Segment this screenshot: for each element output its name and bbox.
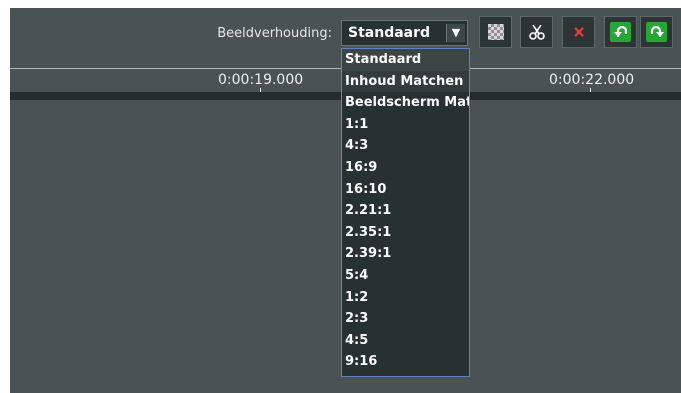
redo-arrow-icon — [646, 22, 667, 42]
undo-arrow-icon — [610, 22, 631, 42]
option-2-3[interactable]: 2:3 — [342, 308, 469, 330]
time-label-right: 0:00:22.000 — [549, 72, 635, 88]
option-4-5[interactable]: 4:5 — [342, 330, 469, 352]
option-1-1[interactable]: 1:1 — [342, 114, 469, 136]
time-label-left: 0:00:19.000 — [218, 72, 304, 88]
option-beeldscherm-matchen[interactable]: Beeldscherm Mat... — [342, 92, 469, 114]
option-5-4[interactable]: 5:4 — [342, 265, 469, 287]
option-4-3[interactable]: 4:3 — [342, 135, 469, 157]
option-2-21-1[interactable]: 2.21:1 — [342, 200, 469, 222]
cut-button[interactable] — [520, 16, 553, 48]
transparency-button[interactable] — [479, 16, 512, 48]
option-1-2[interactable]: 1:2 — [342, 287, 469, 309]
aspect-ratio-dropdown: Standaard Inhoud Matchen Beeldscherm Mat… — [341, 48, 470, 377]
option-inhoud-matchen[interactable]: Inhoud Matchen — [342, 70, 469, 93]
chevron-down-icon[interactable]: ▼ — [446, 24, 465, 42]
checkerboard-icon — [485, 22, 506, 42]
scissors-icon — [526, 22, 547, 42]
option-16-9[interactable]: 16:9 — [342, 157, 469, 179]
option-2-39-1[interactable]: 2.39:1 — [342, 243, 469, 265]
editor-frame: Beeldverhouding: Standaard ▼ 0:00:19.000… — [10, 8, 681, 393]
option-2-35-1[interactable]: 2.35:1 — [342, 222, 469, 244]
option-16-10[interactable]: 16:10 — [342, 179, 469, 201]
aspect-ratio-label: Beeldverhouding: — [217, 26, 332, 41]
option-9-16[interactable]: 9:16 — [342, 351, 469, 373]
delete-button[interactable] — [562, 16, 595, 48]
close-icon — [568, 22, 589, 42]
undo-button[interactable] — [604, 16, 637, 48]
aspect-ratio-select[interactable]: Standaard ▼ — [341, 20, 468, 46]
option-standaard[interactable]: Standaard — [342, 49, 469, 71]
redo-button[interactable] — [640, 16, 673, 48]
aspect-ratio-value: Standaard — [348, 25, 431, 41]
